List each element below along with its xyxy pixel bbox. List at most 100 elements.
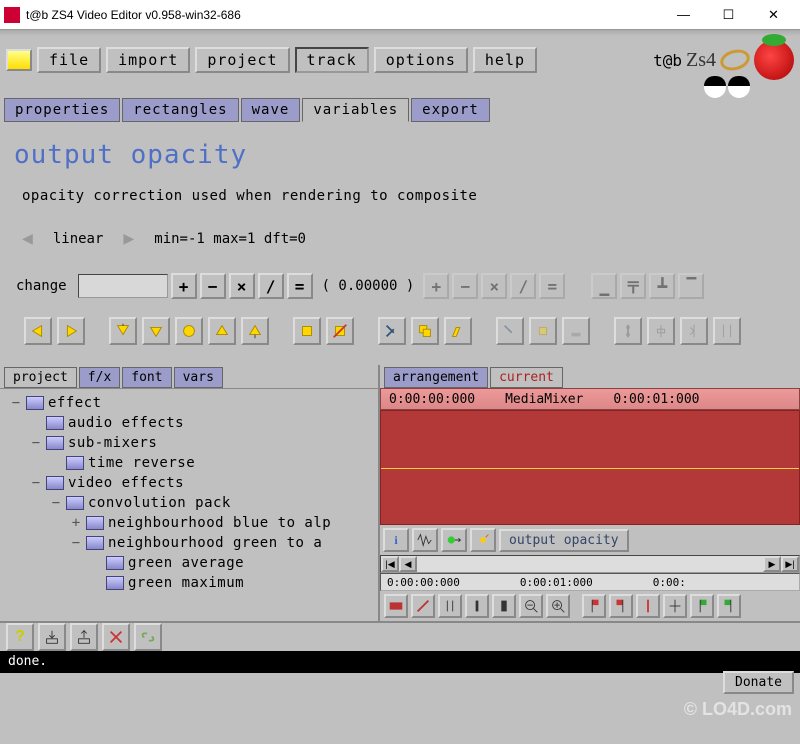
tree-item[interactable]: sub-mixers <box>68 435 157 451</box>
tree-expander[interactable]: − <box>50 495 62 511</box>
change-input[interactable] <box>78 274 168 298</box>
triangle-up-button[interactable] <box>208 317 236 345</box>
nav-left-button[interactable] <box>24 317 52 345</box>
tree-expander[interactable]: − <box>70 535 82 551</box>
tool-block[interactable] <box>384 594 408 618</box>
panel-heading: output opacity <box>14 140 786 170</box>
tree-expander[interactable]: + <box>70 515 82 531</box>
donate-button[interactable]: Donate <box>723 671 794 694</box>
next-arrow-icon[interactable]: ▶ <box>123 228 134 249</box>
zoom-in-button[interactable] <box>546 594 570 618</box>
tree-item[interactable]: green average <box>128 555 244 571</box>
zoom-out-button[interactable] <box>519 594 543 618</box>
triangle-down-button[interactable] <box>142 317 170 345</box>
ptab-fx[interactable]: f/x <box>79 367 120 388</box>
op-minus-button[interactable]: − <box>200 273 226 299</box>
main-tabs: properties rectangles wave variables exp… <box>0 98 800 122</box>
tree-item[interactable]: green maximum <box>128 575 244 591</box>
flag-red-2[interactable] <box>609 594 633 618</box>
scroll-start[interactable]: |◀ <box>381 556 399 572</box>
project-panel: project f/x font vars − effect audio effe… <box>0 365 380 621</box>
tree-item[interactable]: video effects <box>68 475 184 491</box>
wave-button[interactable] <box>412 528 438 552</box>
scroll-left[interactable]: ◀ <box>399 556 417 572</box>
tree-item[interactable]: convolution pack <box>88 495 231 511</box>
help-button[interactable]: ? <box>6 623 34 651</box>
close-button[interactable]: ✕ <box>751 1 796 29</box>
copy-button[interactable] <box>411 317 439 345</box>
menu-options[interactable]: options <box>374 47 468 73</box>
tree-item[interactable]: neighbourhood green to a <box>108 535 322 551</box>
tab-properties[interactable]: properties <box>4 98 120 122</box>
marker-down-button[interactable] <box>109 317 137 345</box>
statusbar: done. <box>0 651 800 673</box>
marker-up-button[interactable] <box>241 317 269 345</box>
ptab-arrangement[interactable]: arrangement <box>384 367 488 388</box>
menu-track[interactable]: track <box>295 47 369 73</box>
flag-red-1[interactable] <box>582 594 606 618</box>
tree-item[interactable]: neighbourhood blue to alp <box>108 515 331 531</box>
output-label[interactable]: output opacity <box>499 529 629 552</box>
menu-import[interactable]: import <box>106 47 190 73</box>
ptab-vars[interactable]: vars <box>174 367 223 388</box>
flag-green-2[interactable] <box>717 594 741 618</box>
op-div-button[interactable]: ∕ <box>258 273 284 299</box>
scroll-right[interactable]: ▶ <box>763 556 781 572</box>
tool-split[interactable] <box>438 594 462 618</box>
tool-bar[interactable] <box>465 594 489 618</box>
cut-disabled <box>496 317 524 345</box>
info-button[interactable]: i <box>383 528 409 552</box>
op-eq-button[interactable]: = <box>287 273 313 299</box>
tree-item[interactable]: time reverse <box>88 455 195 471</box>
circle-button[interactable] <box>175 317 203 345</box>
align-2: 〒 <box>620 273 646 299</box>
op-plus-button[interactable]: + <box>171 273 197 299</box>
tree-expander[interactable]: − <box>30 475 42 491</box>
flash-button[interactable] <box>470 528 496 552</box>
time-start: 0:00:00:000 <box>389 392 475 407</box>
effect-tree[interactable]: − effect audio effects − sub-mixers time r… <box>0 388 378 621</box>
prev-arrow-icon[interactable]: ◀ <box>22 228 33 249</box>
current-value: ( 0.00000 ) <box>322 278 415 294</box>
tab-export[interactable]: export <box>411 98 490 122</box>
highlight-button[interactable] <box>444 317 472 345</box>
time-ruler[interactable]: 0:00:00:000 0:00:01:000 0:00: <box>380 573 800 591</box>
menu-file[interactable]: file <box>37 47 101 73</box>
export-button[interactable] <box>70 623 98 651</box>
snap-tool[interactable] <box>663 594 687 618</box>
rect-del-button[interactable] <box>326 317 354 345</box>
tool-slash[interactable] <box>411 594 435 618</box>
rect-button[interactable] <box>293 317 321 345</box>
saturn-icon <box>718 46 752 73</box>
tool-bars[interactable] <box>492 594 516 618</box>
maximize-button[interactable]: ☐ <box>706 1 751 29</box>
import-button[interactable] <box>38 623 66 651</box>
marker-tool[interactable] <box>636 594 660 618</box>
tree-item[interactable]: effect <box>48 395 102 411</box>
ptab-project[interactable]: project <box>4 367 77 388</box>
tab-wave[interactable]: wave <box>241 98 301 122</box>
timeline-panel: arrangement current 0:00:00:000 MediaMix… <box>380 365 800 621</box>
tree-item[interactable]: audio effects <box>68 415 184 431</box>
nav-right-button[interactable] <box>57 317 85 345</box>
ptab-current[interactable]: current <box>490 367 563 388</box>
folder-icon[interactable] <box>6 49 32 71</box>
tree-expander[interactable]: − <box>10 395 22 411</box>
tab-rectangles[interactable]: rectangles <box>122 98 238 122</box>
link-button[interactable] <box>134 623 162 651</box>
menu-help[interactable]: help <box>473 47 537 73</box>
h-scrollbar[interactable]: |◀ ◀ ▶ ▶| <box>380 555 800 573</box>
goto-button[interactable] <box>441 528 467 552</box>
scroll-end[interactable]: ▶| <box>781 556 799 572</box>
minimize-button[interactable]: — <box>661 1 706 29</box>
tab-variables[interactable]: variables <box>302 98 409 122</box>
folder-icon <box>106 576 124 590</box>
tree-expander[interactable]: − <box>30 435 42 451</box>
op-mult-button[interactable]: × <box>229 273 255 299</box>
cut-button[interactable] <box>378 317 406 345</box>
timeline-track[interactable] <box>380 410 800 525</box>
ptab-font[interactable]: font <box>122 367 171 388</box>
menu-project[interactable]: project <box>195 47 289 73</box>
flag-green-1[interactable] <box>690 594 714 618</box>
delete-button[interactable] <box>102 623 130 651</box>
